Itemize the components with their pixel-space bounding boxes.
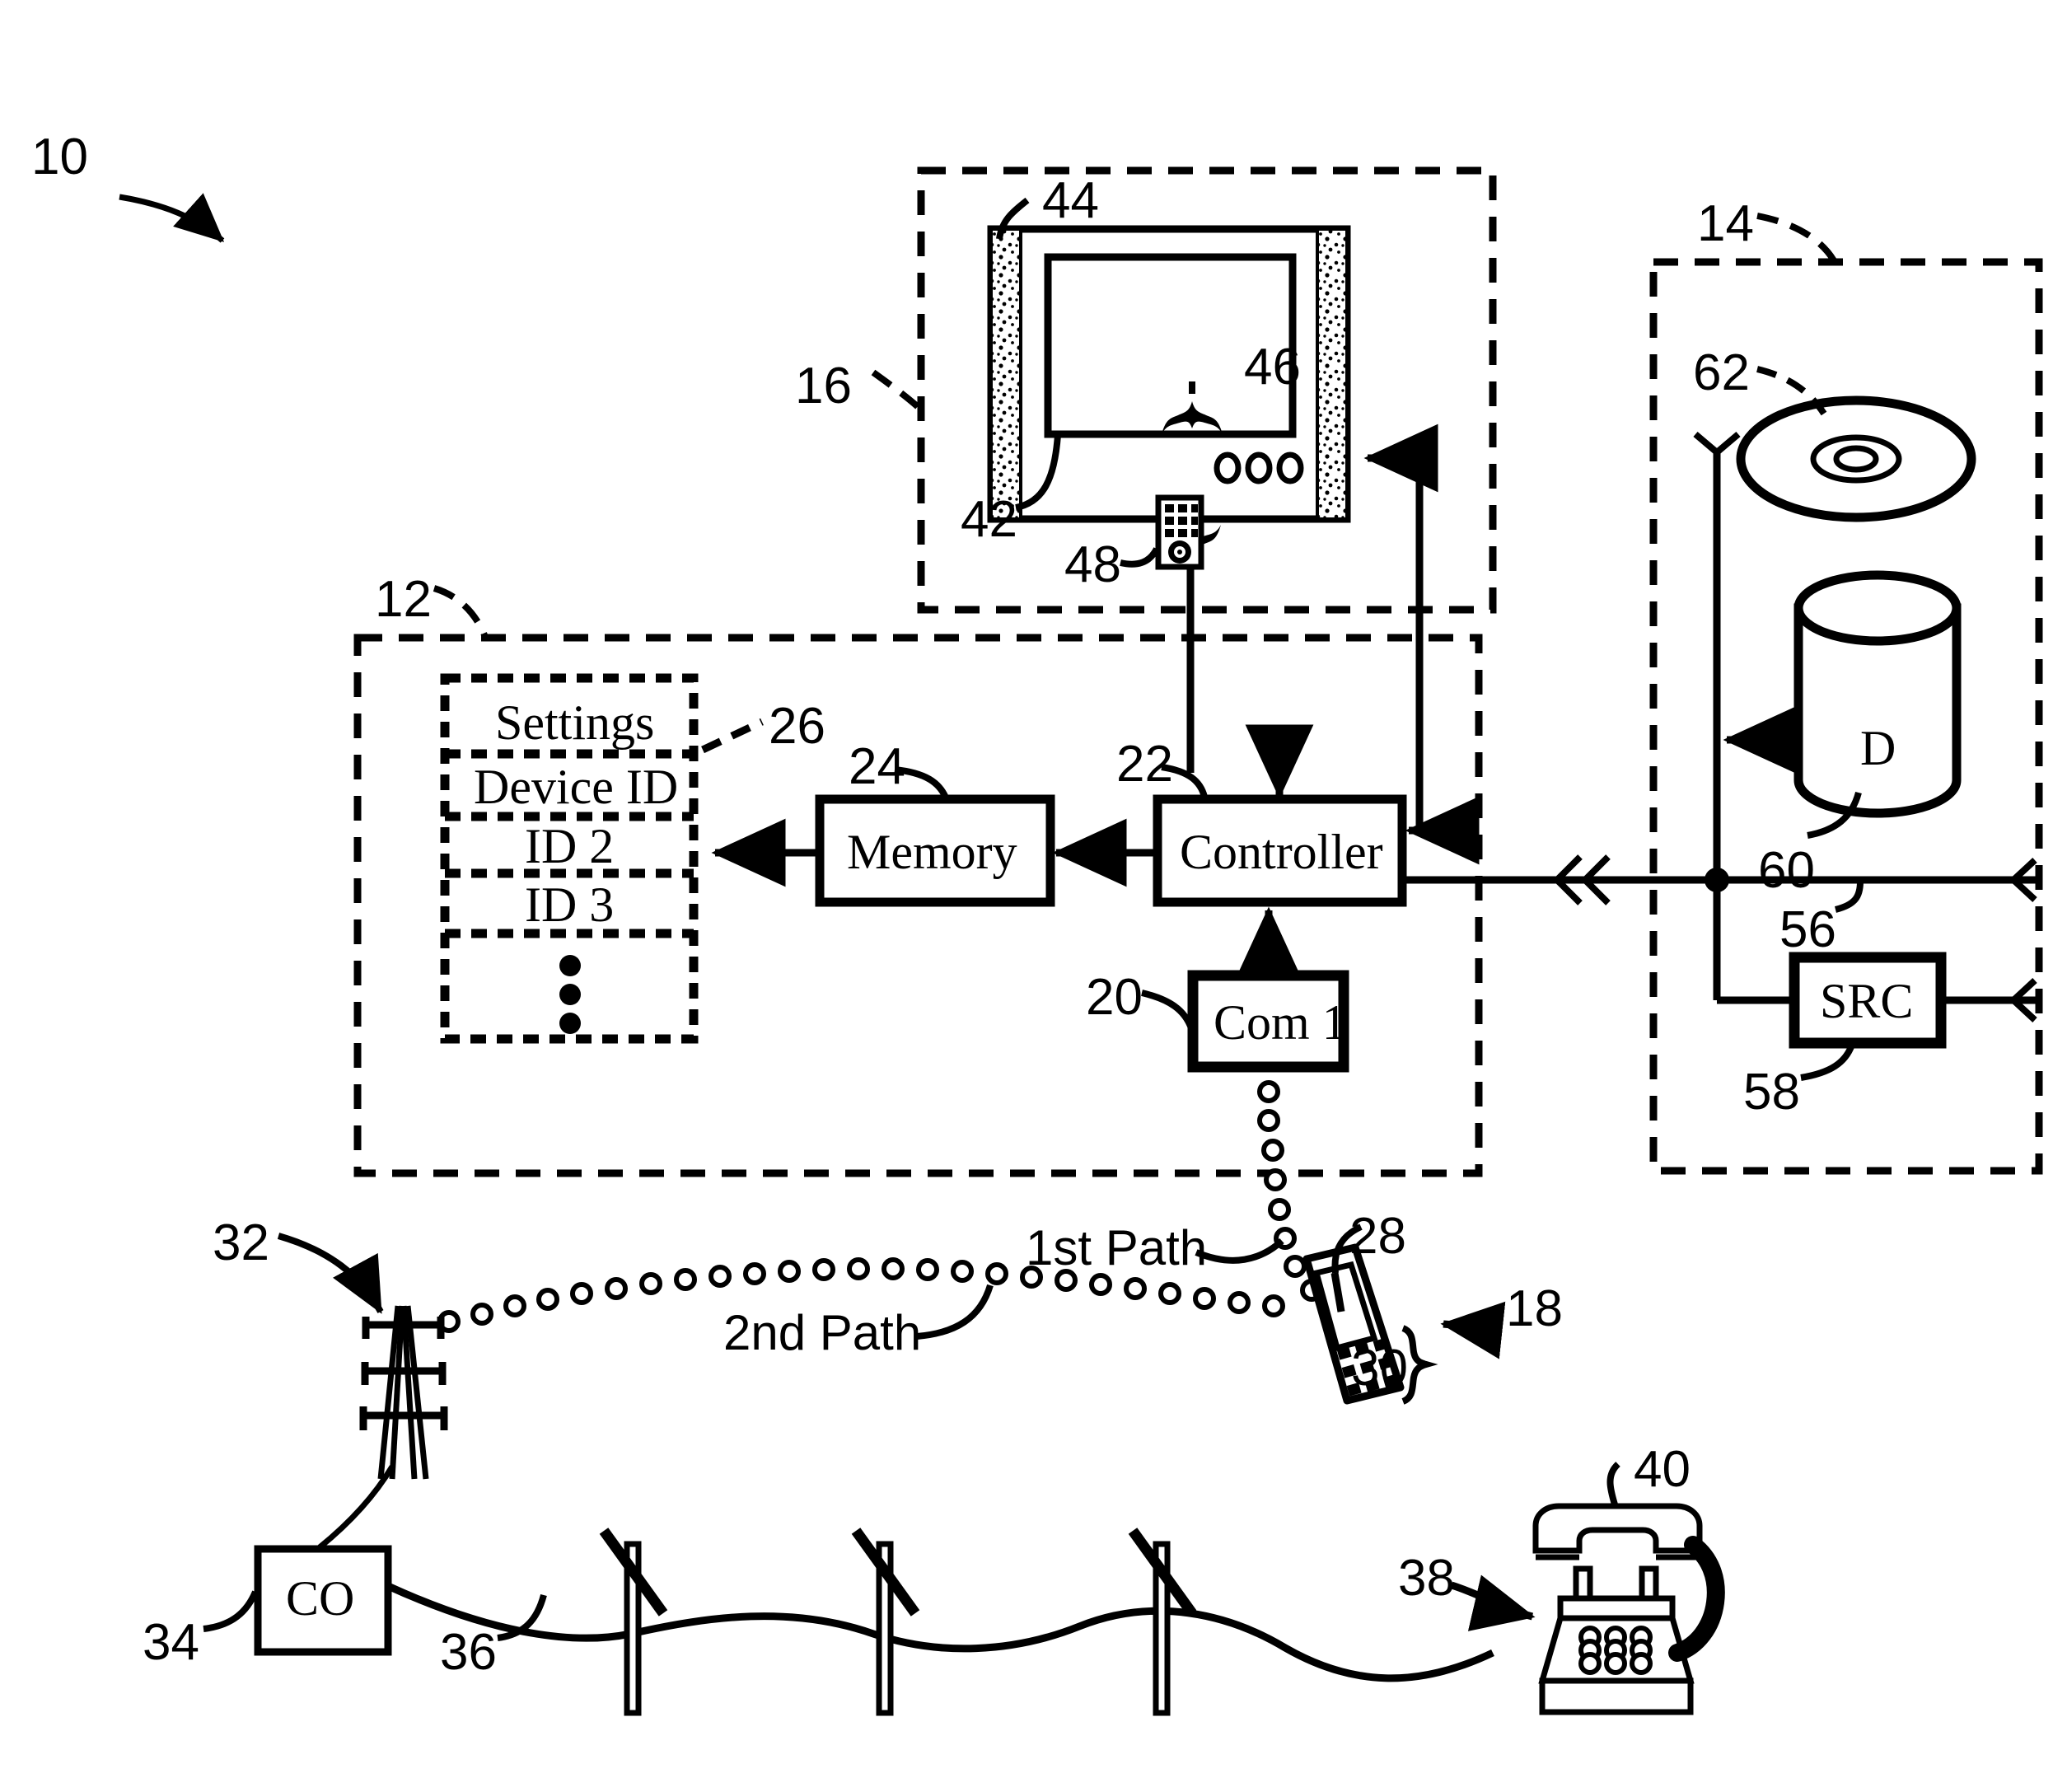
leader-2nd-path <box>916 1284 994 1340</box>
leader-26 <box>701 718 764 754</box>
optical-disc-hole <box>1833 445 1879 473</box>
leader-14 <box>1756 213 1839 265</box>
settings-row-label-id2: ID 2 <box>525 819 615 873</box>
settings-ellipsis-dot <box>559 984 581 1005</box>
leader-20 <box>1141 990 1195 1030</box>
leader-10 <box>119 193 225 243</box>
reference-numeral-42: 42 <box>961 491 1017 548</box>
central-office-label: CO <box>286 1571 355 1626</box>
remote-key[interactable] <box>1165 529 1174 537</box>
riser-disc-chevron <box>1693 431 1741 457</box>
leader-12 <box>433 585 489 641</box>
leader-56 <box>1834 881 1864 913</box>
remote-key[interactable] <box>1191 504 1198 512</box>
reference-numeral-40: 40 <box>1634 1441 1691 1498</box>
reference-numeral-10: 10 <box>31 129 88 185</box>
reference-numeral-48: 48 <box>1064 536 1121 593</box>
tv-button-3[interactable] <box>1276 452 1304 484</box>
reference-numeral-34: 34 <box>143 1614 199 1671</box>
reference-numeral-26: 26 <box>769 698 825 755</box>
reference-numeral-24: 24 <box>849 738 905 795</box>
second-path-label: 2nd Path <box>723 1305 922 1360</box>
settings-row-label-settings: Settings <box>495 695 655 750</box>
reference-numeral-18: 18 <box>1506 1280 1563 1337</box>
remote-key[interactable] <box>1178 529 1187 537</box>
remote-key[interactable] <box>1165 517 1174 525</box>
remote-key[interactable] <box>1191 517 1198 525</box>
remote-key[interactable] <box>1178 504 1187 512</box>
figure-canvas <box>119 166 2043 1716</box>
phone-base-top <box>1557 1595 1676 1621</box>
reference-numeral-30: 30 <box>1351 1340 1408 1397</box>
leader-38 <box>1450 1574 1536 1631</box>
settings-ellipsis-dot <box>559 955 581 976</box>
leader-1st-path <box>1195 1238 1284 1264</box>
remote-dpad-dot <box>1177 550 1182 554</box>
reference-numeral-38: 38 <box>1398 1550 1455 1607</box>
leader-18 <box>1440 1301 1506 1359</box>
patent-figure: Settings Device ID ID 2 ID 3 Memory Cont… <box>0 0 2053 1792</box>
reference-numeral-14: 14 <box>1697 195 1754 252</box>
leader-58 <box>1800 1043 1855 1081</box>
src-label: SRC <box>1820 974 1914 1028</box>
cell-tower-32 <box>359 1305 448 1480</box>
reference-numeral-46: 46 <box>1244 339 1301 395</box>
line-controller-to-tv-right <box>1363 423 1438 830</box>
remote-key[interactable] <box>1178 517 1187 525</box>
tv-speaker-left-44 <box>989 227 1022 521</box>
reference-numeral-32: 32 <box>213 1214 269 1271</box>
reference-numeral-22: 22 <box>1116 736 1173 793</box>
data-store-label: D <box>1860 721 1896 775</box>
settings-row-label-device-id: Device ID <box>474 760 679 814</box>
reference-numeral-36: 36 <box>440 1624 497 1681</box>
reference-numeral-16: 16 <box>795 358 852 414</box>
line-tower-to-co <box>317 1465 395 1550</box>
landline-phone-38 <box>1532 1503 1725 1715</box>
reference-numeral-60: 60 <box>1758 842 1815 899</box>
reference-numeral-28: 28 <box>1349 1208 1406 1265</box>
handset-40 <box>1532 1503 1703 1554</box>
phone-base-bottom <box>1539 1677 1694 1715</box>
reference-numeral-58: 58 <box>1743 1064 1800 1121</box>
controller-label: Controller <box>1180 825 1383 879</box>
reference-numeral-44: 44 <box>1042 172 1099 229</box>
first-path-label: 1st Path <box>1026 1220 1208 1275</box>
tv-speaker-right-44 <box>1316 227 1349 521</box>
tv-button-2[interactable] <box>1245 452 1273 484</box>
remote-key[interactable] <box>1191 529 1198 537</box>
memory-label: Memory <box>847 825 1017 879</box>
leader-34 <box>203 1590 259 1632</box>
settings-row-label-id3: ID 3 <box>525 877 615 932</box>
telephone-line-36 <box>386 1582 1494 1682</box>
reference-numeral-20: 20 <box>1086 969 1143 1026</box>
leader-32 <box>277 1233 384 1314</box>
settings-ellipsis-dot <box>559 1013 581 1034</box>
cradle-post <box>1639 1565 1659 1602</box>
reference-numeral-56: 56 <box>1779 901 1836 958</box>
phone-keypad[interactable] <box>1578 1626 1653 1675</box>
com1-label: Com 1 <box>1214 995 1347 1050</box>
leader-16 <box>871 369 926 414</box>
reference-numeral-62: 62 <box>1693 344 1750 401</box>
remote-key[interactable] <box>1165 504 1174 512</box>
tv-button-1[interactable] <box>1214 452 1242 484</box>
cradle-post <box>1573 1565 1593 1602</box>
leader-48 <box>1120 547 1160 568</box>
data-store-top-60 <box>1793 570 1962 646</box>
leader-40 <box>1606 1462 1620 1506</box>
reference-numeral-12: 12 <box>375 571 432 628</box>
